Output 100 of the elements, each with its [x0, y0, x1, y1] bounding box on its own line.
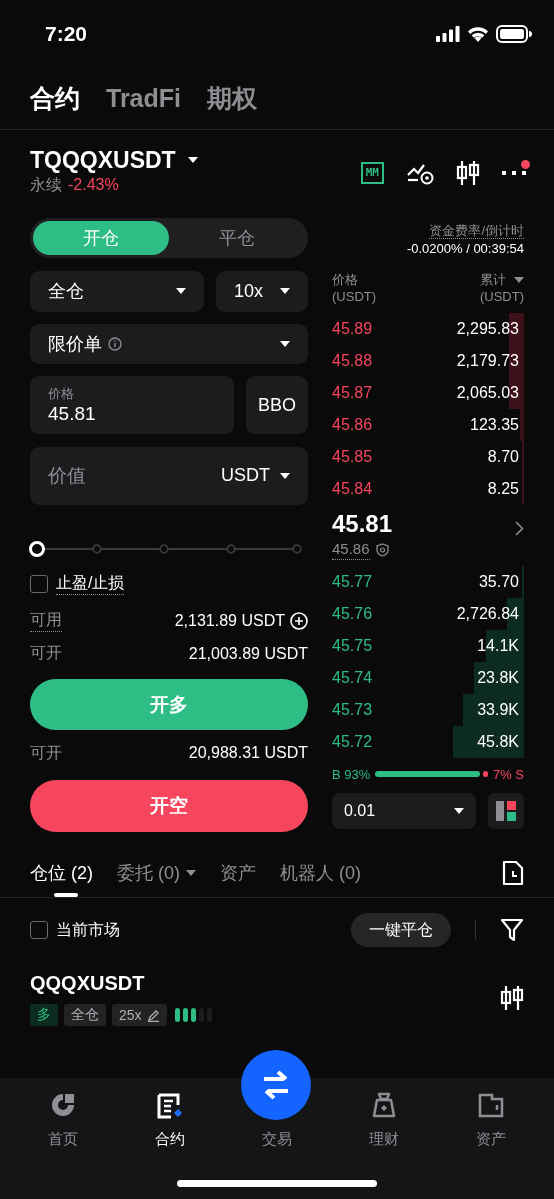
- price-cell: 45.89: [332, 320, 373, 338]
- caret-icon: [280, 288, 290, 295]
- available-label: 可用: [30, 609, 62, 632]
- price-cell: 45.87: [332, 384, 373, 402]
- side-tag: 多: [30, 1004, 58, 1026]
- price-field[interactable]: 价格 45.81: [30, 376, 234, 435]
- price-cell: 45.74: [332, 669, 373, 687]
- column-header[interactable]: 累计: [480, 271, 506, 288]
- symbol-title[interactable]: TQQQXUSDT: [30, 146, 176, 174]
- history-icon[interactable]: [502, 859, 524, 886]
- wallet-icon: [477, 1092, 504, 1118]
- filter-icon[interactable]: [500, 918, 524, 942]
- buy-ratio: B 93%: [332, 766, 371, 782]
- close-all-button[interactable]: 一键平仓: [351, 913, 451, 947]
- pencil-icon[interactable]: [146, 1008, 160, 1022]
- price-cell: 45.85: [332, 448, 373, 466]
- shield-icon: [375, 542, 389, 557]
- price-change: -2.43%: [68, 175, 119, 195]
- price-cell: 45.86: [332, 416, 373, 434]
- caret-icon: [187, 157, 198, 163]
- total-cell: 2,726.84: [456, 605, 519, 623]
- column-unit: (USDT): [332, 288, 377, 305]
- top-tab[interactable]: TradFi: [106, 84, 181, 113]
- order-type-dropdown[interactable]: 限价单: [30, 323, 308, 365]
- total-cell: 123.35: [470, 416, 519, 434]
- open-short-button[interactable]: 开空: [30, 780, 308, 832]
- nav-label[interactable]: 合约: [155, 1130, 186, 1149]
- signal-icon: [436, 26, 460, 42]
- document-icon: [156, 1092, 185, 1120]
- leverage-dropdown[interactable]: 10x: [216, 270, 308, 312]
- unit-dropdown[interactable]: USDT: [221, 465, 290, 487]
- margin-mode-dropdown[interactable]: 全仓: [30, 270, 204, 312]
- tpsl-label: 止盈/止损: [56, 572, 125, 595]
- depth-bar: [452, 726, 524, 758]
- top-tab[interactable]: 合约: [30, 82, 80, 115]
- nav-label[interactable]: 理财: [368, 1130, 399, 1149]
- total-cell: 23.8K: [477, 669, 519, 687]
- mark-price: 45.86: [332, 539, 370, 560]
- chevron-right-icon[interactable]: [515, 521, 524, 536]
- contract-type: 永续: [30, 175, 62, 195]
- position-tab[interactable]: 机器人 (0): [280, 847, 361, 898]
- weight-icon: [370, 1092, 397, 1118]
- home-icon: [50, 1092, 77, 1118]
- nav-label[interactable]: 交易: [262, 1130, 292, 1149]
- total-cell: 35.70: [478, 573, 519, 591]
- price-cell: 45.76: [332, 605, 373, 623]
- nav-label[interactable]: 首页: [48, 1130, 79, 1149]
- nav-label[interactable]: 资产: [475, 1130, 506, 1149]
- position-tab[interactable]: 仓位 (2): [30, 847, 93, 898]
- price-input[interactable]: 45.81: [48, 403, 216, 426]
- tick-size-dropdown[interactable]: 0.01: [332, 793, 476, 829]
- funding-label[interactable]: 资金费率/倒计时: [429, 223, 524, 239]
- price-cell: 45.75: [332, 637, 373, 655]
- layout-icon: [495, 800, 517, 822]
- position-tab[interactable]: 资产: [220, 847, 256, 898]
- position-tab[interactable]: 委托 (0): [117, 847, 196, 898]
- checkbox[interactable]: [30, 574, 48, 593]
- column-header: 价格: [332, 271, 359, 288]
- max-open-label: 可开: [30, 643, 62, 664]
- position-symbol[interactable]: QQQXUSDT: [30, 970, 212, 996]
- value-field[interactable]: 价值: [48, 464, 221, 487]
- column-unit: (USDT): [479, 288, 524, 305]
- total-cell: 8.25: [487, 480, 519, 498]
- total-cell: 2,179.73: [456, 352, 519, 370]
- total-cell: 14.1K: [477, 637, 519, 655]
- last-price: 45.81: [332, 509, 393, 539]
- add-icon[interactable]: [290, 611, 308, 630]
- market-maker-badge[interactable]: MM: [360, 162, 384, 184]
- bbo-button[interactable]: BBO: [246, 376, 308, 435]
- max-open-value: 20,988.31 USDT: [188, 744, 308, 763]
- top-tab[interactable]: 期权: [207, 82, 257, 115]
- slider-thumb[interactable]: [29, 540, 45, 557]
- info-icon: [108, 337, 122, 351]
- total-cell: 33.9K: [477, 701, 519, 719]
- caret-icon: [454, 808, 464, 814]
- max-open-value: 21,003.89 USDT: [188, 644, 308, 663]
- current-market-label: 当前市场: [56, 919, 120, 940]
- caret-icon: [280, 472, 290, 479]
- available-value: 2,131.89 USDT: [174, 611, 285, 630]
- caret-icon: [514, 276, 524, 283]
- margin-tag: 全仓: [64, 1004, 106, 1026]
- candlestick-icon[interactable]: [456, 160, 480, 186]
- caret-icon: [280, 341, 290, 347]
- price-cell: 45.72: [332, 733, 373, 751]
- price-cell: 45.73: [332, 701, 373, 719]
- price-cell: 45.84: [332, 480, 373, 498]
- wifi-icon: [467, 26, 489, 42]
- sell-ratio: 7% S: [492, 766, 524, 782]
- checkbox[interactable]: [30, 921, 48, 939]
- mode-tab[interactable]: 平仓: [169, 221, 305, 255]
- layout-button[interactable]: [488, 793, 524, 829]
- max-open-label: 可开: [30, 742, 62, 763]
- clock: 7:20: [45, 22, 88, 46]
- candlestick-icon[interactable]: [500, 985, 524, 1011]
- battery-icon: [496, 25, 532, 43]
- caret-icon: [176, 288, 186, 295]
- total-cell: 2,065.03: [456, 384, 519, 402]
- total-cell: 8.70: [487, 448, 519, 466]
- price-cell: 45.88: [332, 352, 373, 370]
- total-cell: 2,295.83: [456, 320, 519, 338]
